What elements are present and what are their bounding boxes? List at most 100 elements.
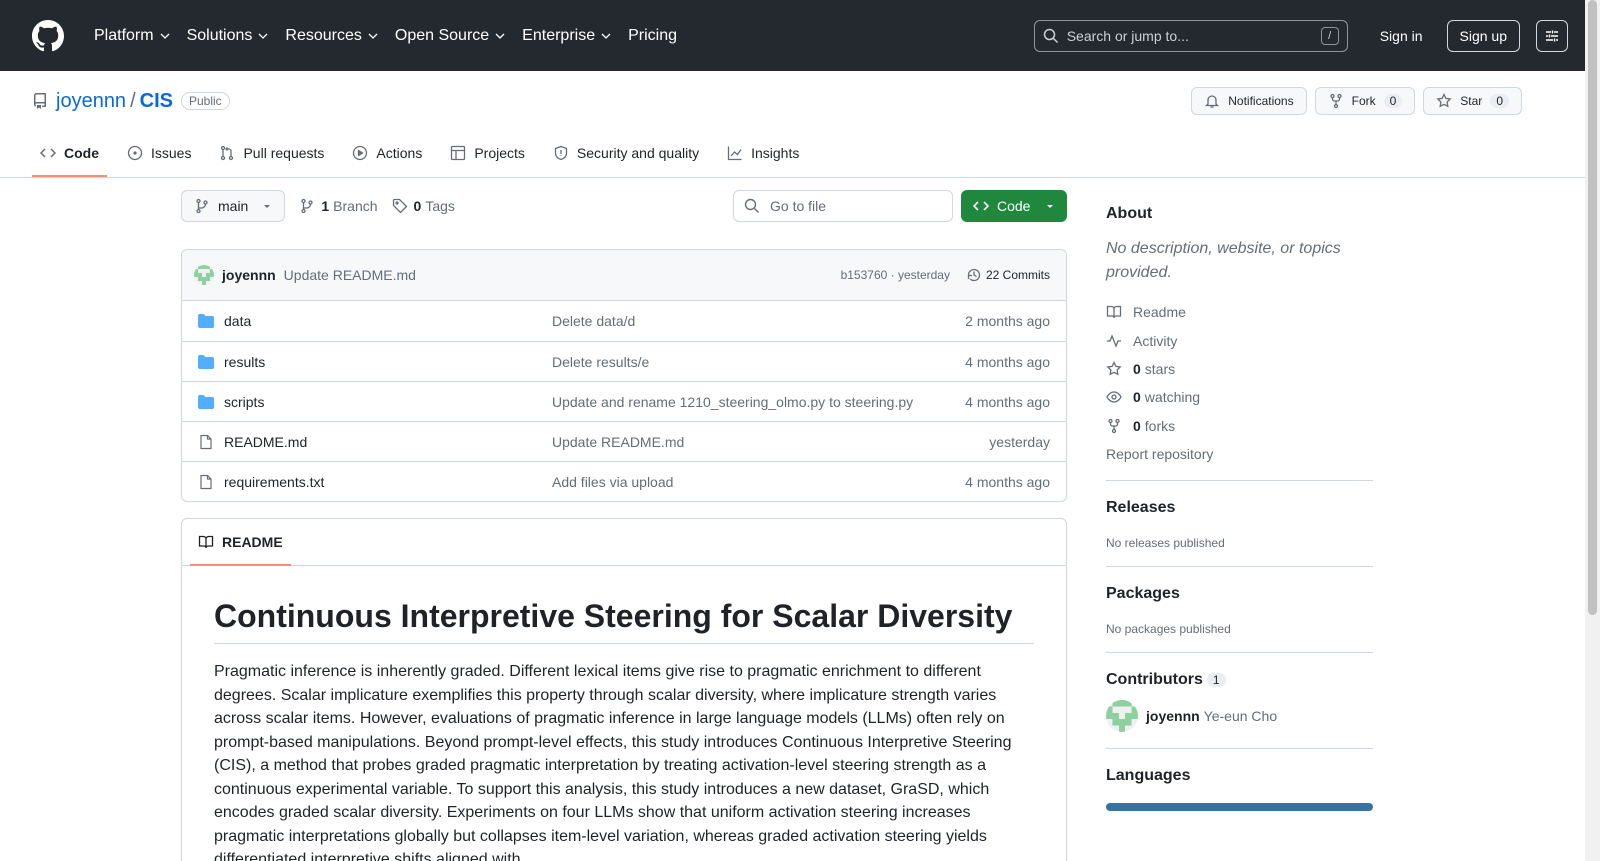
readme-tab-label: README [222, 534, 283, 550]
avatar[interactable] [1106, 699, 1138, 732]
tags-link[interactable]: 0 Tags [392, 198, 455, 214]
fork-icon [1108, 418, 1120, 433]
file-commit-time: 4 months ago [965, 473, 1050, 490]
releases-empty-text: No releases published [1106, 535, 1225, 550]
play-icon [353, 145, 368, 161]
forks-link[interactable]: 0 forks [1106, 412, 1373, 440]
contributors-heading-label: Contributors [1106, 670, 1203, 688]
code-icon [40, 148, 56, 158]
fork-icon [1329, 93, 1342, 109]
readme-link[interactable]: Readme [1106, 298, 1373, 326]
branches-link[interactable]: 1 Branch [299, 198, 378, 214]
forks-label: forks [1144, 417, 1176, 434]
code-dropdown-button[interactable]: Code [961, 190, 1067, 222]
nav-platform[interactable]: Platform [86, 20, 179, 52]
commits-count-label: 22 Commits [985, 268, 1050, 282]
repo-owner-link[interactable]: joyennn [56, 90, 126, 113]
activity-link[interactable]: Activity [1106, 326, 1373, 354]
file-row[interactable]: data Delete data/d 2 months ago [182, 301, 1066, 341]
branch-icon [196, 198, 208, 214]
notifications-label: Notifications [1228, 94, 1294, 108]
file-name-link[interactable]: results [224, 354, 552, 370]
tab-actions[interactable]: Actions [344, 129, 430, 177]
tab-issues-label: Issues [151, 145, 192, 161]
graph-icon [727, 146, 742, 161]
forks-count: 0 [1133, 417, 1141, 434]
file-row[interactable]: requirements.txt Add files via upload 4 mo… [182, 461, 1066, 501]
book-icon [198, 535, 214, 549]
branch-count: 1 [321, 198, 330, 214]
releases-heading[interactable]: Releases [1106, 499, 1373, 517]
language-bar[interactable] [1106, 802, 1373, 811]
nav-pricing-label: Pricing [628, 26, 677, 44]
commits-history-link[interactable]: 22 Commits [966, 267, 1050, 283]
commit-author-link[interactable]: joyennn [222, 267, 276, 283]
tab-issues[interactable]: Issues [119, 129, 199, 177]
packages-heading[interactable]: Packages [1106, 585, 1373, 603]
watching-label: watching [1144, 389, 1201, 406]
nav-open-source[interactable]: Open Source [387, 20, 514, 52]
sign-in-link[interactable]: Sign in [1372, 28, 1431, 44]
readme-tab[interactable]: README [190, 519, 291, 566]
nav-resources-label: Resources [285, 26, 362, 44]
go-to-file-input[interactable]: Go to file [733, 190, 953, 222]
sign-up-button[interactable]: Sign up [1446, 19, 1520, 52]
tab-insights[interactable]: Insights [719, 129, 807, 177]
file-commit-message[interactable]: Delete results/e [552, 354, 965, 370]
global-search-input[interactable]: Search or jump to... / [1033, 19, 1348, 52]
repo-name-link[interactable]: CIS [140, 90, 173, 113]
folder-icon [198, 394, 214, 409]
notifications-button[interactable]: Notifications [1191, 87, 1307, 115]
tab-security[interactable]: Security and quality [545, 129, 707, 177]
github-logo-icon[interactable] [32, 19, 64, 52]
file-commit-message[interactable]: Add files via upload [552, 474, 965, 490]
folder-icon [198, 354, 214, 369]
scrollbar-thumb[interactable] [1588, 0, 1597, 615]
contributors-heading[interactable]: Contributors 1 [1106, 671, 1373, 689]
contributor-name: Ye-eun Cho [1203, 707, 1278, 724]
code-icon [973, 201, 989, 211]
activity-link-label: Activity [1133, 332, 1178, 349]
star-button[interactable]: Star 0 [1423, 87, 1522, 115]
file-commit-message[interactable]: Update and rename 1210_steering_olmo.py … [552, 394, 965, 410]
nav-resources[interactable]: Resources [277, 20, 386, 52]
avatar[interactable] [194, 265, 214, 285]
page-scrollbar[interactable] [1585, 0, 1600, 861]
file-name-link[interactable]: requirements.txt [224, 474, 552, 490]
file-name-link[interactable]: scripts [224, 394, 552, 410]
fork-button[interactable]: Fork 0 [1314, 87, 1416, 115]
report-repository-link[interactable]: Report repository [1106, 440, 1373, 468]
stars-link[interactable]: 0 stars [1106, 355, 1373, 383]
contributor-item[interactable]: joyennn Ye-eun Cho [1106, 699, 1373, 732]
nav-pricing[interactable]: Pricing [620, 20, 685, 52]
tab-pull-requests[interactable]: Pull requests [211, 129, 332, 177]
file-icon [200, 434, 212, 449]
chevron-down-icon [368, 33, 378, 39]
file-row[interactable]: scripts Update and rename 1210_steering_o… [182, 381, 1066, 421]
file-commit-message[interactable]: Update README.md [552, 434, 989, 450]
nav-enterprise[interactable]: Enterprise [514, 20, 620, 52]
branch-select-button[interactable]: main [181, 190, 286, 222]
tab-insights-label: Insights [751, 145, 800, 161]
file-name-link[interactable]: data [224, 313, 552, 329]
tab-actions-label: Actions [376, 145, 423, 161]
tab-projects[interactable]: Projects [442, 129, 533, 177]
file-row[interactable]: README.md Update README.md yesterday [182, 421, 1066, 461]
file-commit-message[interactable]: Delete data/d [552, 313, 965, 329]
tab-security-label: Security and quality [576, 145, 700, 161]
identicon-icon [194, 265, 214, 285]
repo-icon [33, 93, 46, 109]
readme-panel: README Continuous Interpretive Steering … [181, 518, 1067, 861]
settings-menu-button[interactable] [1536, 19, 1568, 52]
commit-meta: b153760 · yesterday 22 Commits [841, 267, 1050, 283]
commit-hash-time[interactable]: b153760 · yesterday [841, 268, 950, 282]
file-name-link[interactable]: README.md [224, 434, 552, 450]
tab-code[interactable]: Code [32, 129, 107, 177]
nav-solutions[interactable]: Solutions [179, 20, 278, 52]
contributor-login[interactable]: joyennn [1146, 708, 1200, 724]
commit-message-link[interactable]: Update README.md [284, 267, 416, 283]
file-row[interactable]: results Delete results/e 4 months ago [182, 341, 1066, 381]
fork-label: Fork [1351, 94, 1376, 108]
star-icon [1106, 360, 1122, 376]
watching-link[interactable]: 0 watching [1106, 383, 1373, 411]
